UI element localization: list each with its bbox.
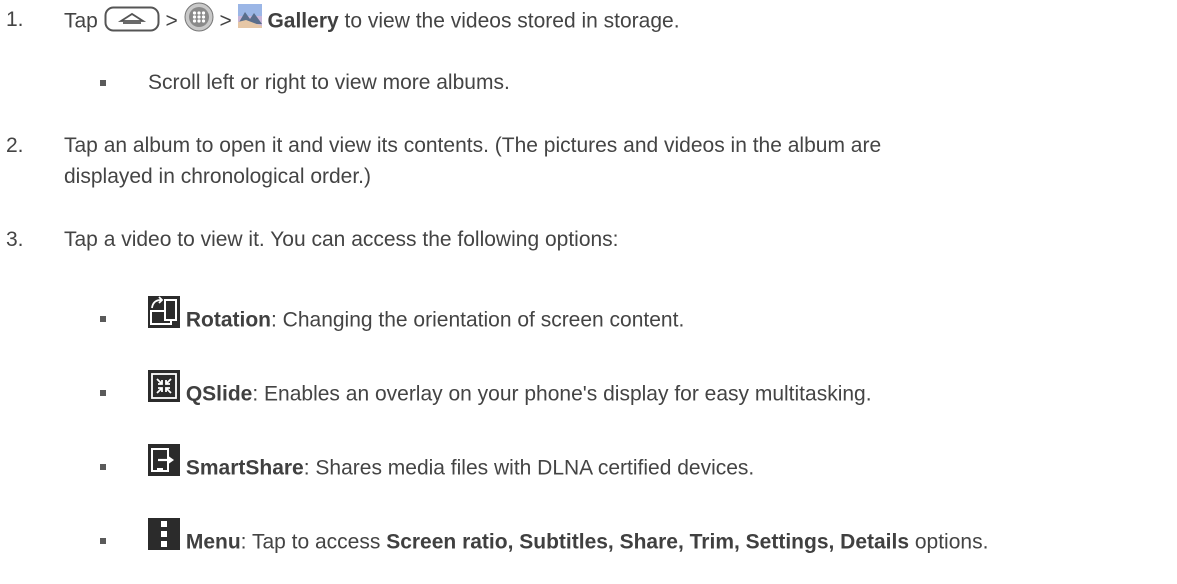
bullet-marker (100, 80, 106, 86)
separator: > (165, 9, 178, 33)
step-2-line-2: displayed in chronological order.) (64, 165, 372, 188)
step-number: 2. (6, 134, 24, 157)
option-menu: Menu: Tap to access Screen ratio, Subtit… (148, 518, 989, 559)
option-smartshare: SmartShare: Shares media files with DLNA… (148, 444, 755, 485)
option-qslide: QSlide: Enables an overlay on your phone… (148, 370, 872, 411)
step-number: 1. (6, 8, 24, 31)
gallery-icon (237, 4, 262, 28)
step-1-text: Tap > > Gallery to view the videos store (64, 2, 680, 37)
gallery-label: Gallery (267, 9, 339, 33)
bullet-text: Scroll left or right to view more albums… (148, 71, 510, 94)
step-text: to view the videos stored in storage. (344, 9, 680, 33)
option-name: SmartShare (185, 456, 304, 480)
qslide-icon (148, 370, 180, 402)
bullet-marker (100, 390, 106, 396)
option-desc: : Changing the orientation of screen con… (271, 308, 685, 332)
apps-icon (184, 2, 214, 32)
bullet-marker (100, 538, 106, 544)
option-name: Menu (185, 530, 241, 554)
separator: > (219, 9, 232, 33)
option-desc: : Enables an overlay on your phone's dis… (252, 382, 872, 406)
option-list: Screen ratio, Subtitles, Share, Trim, Se… (386, 530, 910, 554)
step-3-text: Tap a video to view it. You can access t… (64, 228, 619, 251)
rotation-icon (148, 296, 180, 328)
option-name: Rotation (185, 308, 271, 332)
smartshare-icon (148, 444, 180, 476)
home-key-icon (104, 6, 160, 32)
option-rotation: Rotation: Changing the orientation of sc… (148, 296, 685, 337)
step-2-line-1: Tap an album to open it and view its con… (64, 134, 882, 157)
menu-icon (148, 518, 180, 550)
step-text: Tap (64, 9, 98, 33)
option-desc: : Shares media files with DLNA certified… (303, 456, 755, 480)
option-name: QSlide (185, 382, 253, 406)
option-desc: : Tap to access (240, 530, 387, 554)
bullet-marker (100, 464, 106, 470)
option-tail: options. (909, 530, 989, 554)
step-number: 3. (6, 228, 24, 251)
bullet-marker (100, 316, 106, 322)
